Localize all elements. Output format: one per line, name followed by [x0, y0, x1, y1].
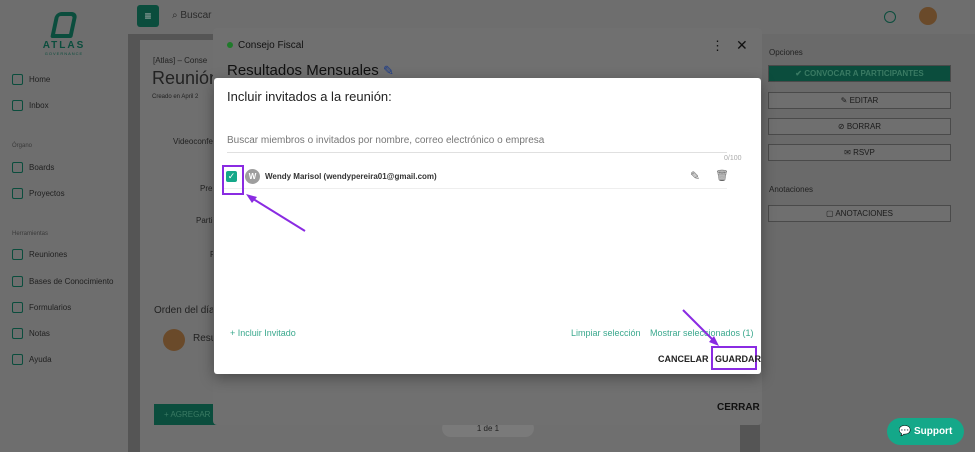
agenda-avatar [163, 329, 185, 351]
close-icon[interactable]: ✕ [736, 37, 748, 54]
annotations-title: Anotaciones [769, 185, 814, 194]
help-icon [12, 354, 23, 365]
support-button[interactable]: 💬 Support [887, 418, 964, 445]
logo[interactable]: ATLAS GOVERNANCE [40, 12, 88, 56]
dialog-title: Incluir invitados a la reunión: [227, 89, 392, 104]
invite-search-input[interactable]: Buscar miembros o invitados por nombre, … [227, 135, 727, 153]
char-counter: 0/100 [724, 155, 742, 162]
breadcrumb: [Atlas] – Conse [153, 56, 208, 65]
calendar-icon [12, 249, 23, 260]
agenda-title: Orden del día [154, 305, 215, 316]
edit-icon[interactable]: ✎ [690, 169, 700, 183]
sidebar-section-organo: Órgano [12, 143, 33, 149]
board-name: Consejo Fiscal [238, 40, 304, 51]
invitee-checkbox[interactable]: ✓ [226, 171, 237, 182]
page-title: Reunión [152, 68, 220, 88]
clear-selection-link[interactable]: Limpiar selección [571, 328, 641, 338]
cerrar-button[interactable]: CERRAR [717, 402, 760, 413]
search-input[interactable]: ⌕ Buscar [172, 10, 212, 21]
options-title: Opciones [769, 48, 803, 57]
invitee-avatar: W [245, 169, 260, 184]
status-dot [227, 42, 233, 48]
field-parti: Parti [196, 216, 213, 225]
editar-button[interactable]: ✎ EDITAR [768, 92, 951, 109]
knowledge-icon [12, 276, 23, 287]
include-invite-link[interactable]: + Incluir Invitado [230, 328, 296, 338]
inbox-icon [12, 100, 23, 111]
project-icon [12, 188, 23, 199]
field-videoconf: Videoconfer [173, 137, 216, 146]
kebab-menu-icon[interactable]: ⋮ [711, 38, 724, 54]
cancel-button[interactable]: CANCELAR [658, 354, 709, 364]
people-icon [12, 162, 23, 173]
chat-icon[interactable] [884, 11, 896, 23]
note-icon [12, 328, 23, 339]
sidebar-item-notas[interactable]: Notas [12, 328, 50, 339]
trash-icon[interactable]: 🗑 [715, 169, 729, 182]
anotaciones-button[interactable]: ▢ ANOTACIONES [768, 205, 951, 222]
home-icon [12, 74, 23, 85]
pencil-icon[interactable]: ✎ [383, 63, 394, 78]
sidebar-item-proyectos[interactable]: Proyectos [12, 188, 65, 199]
field-pre: Pre [200, 184, 213, 193]
invitee-row: ✓ W Wendy Marisol (wendypereira01@gmail.… [222, 165, 729, 195]
sidebar-item-home[interactable]: Home [12, 74, 50, 85]
sidebar [0, 0, 128, 452]
sidebar-item-reuniones[interactable]: Reuniones [12, 249, 67, 260]
sidebar-item-bases[interactable]: Bases de Conocimiento [12, 276, 114, 287]
rsvp-button[interactable]: ✉ RSVP [768, 144, 951, 161]
user-avatar[interactable] [919, 7, 937, 25]
form-icon [12, 302, 23, 313]
invite-dialog: Incluir invitados a la reunión: Buscar m… [214, 78, 761, 374]
sidebar-item-ayuda[interactable]: Ayuda [12, 354, 52, 365]
meeting-title: Resultados Mensuales ✎ [227, 62, 394, 79]
invitee-name: Wendy Marisol (wendypereira01@gmail.com) [265, 172, 437, 181]
menu-button[interactable]: ≡ [137, 5, 159, 27]
show-selected-link[interactable]: Mostrar seleccionados (1) [650, 328, 754, 338]
logo-subtext: GOVERNANCE [44, 51, 84, 56]
sidebar-item-formularios[interactable]: Formularios [12, 302, 71, 313]
borrar-button[interactable]: ⊘ BORRAR [768, 118, 951, 135]
sidebar-item-inbox[interactable]: Inbox [12, 100, 49, 111]
page-subtitle: Creado en April 2 [152, 94, 199, 100]
sidebar-section-herramientas: Herramientas [12, 231, 49, 237]
logo-mark [50, 12, 78, 38]
convocar-button[interactable]: ✔ CONVOCAR A PARTICIPANTES [768, 65, 951, 82]
save-button[interactable]: GUARDAR [715, 354, 761, 364]
sidebar-item-boards[interactable]: Boards [12, 162, 54, 173]
logo-text: ATLAS [42, 40, 86, 51]
